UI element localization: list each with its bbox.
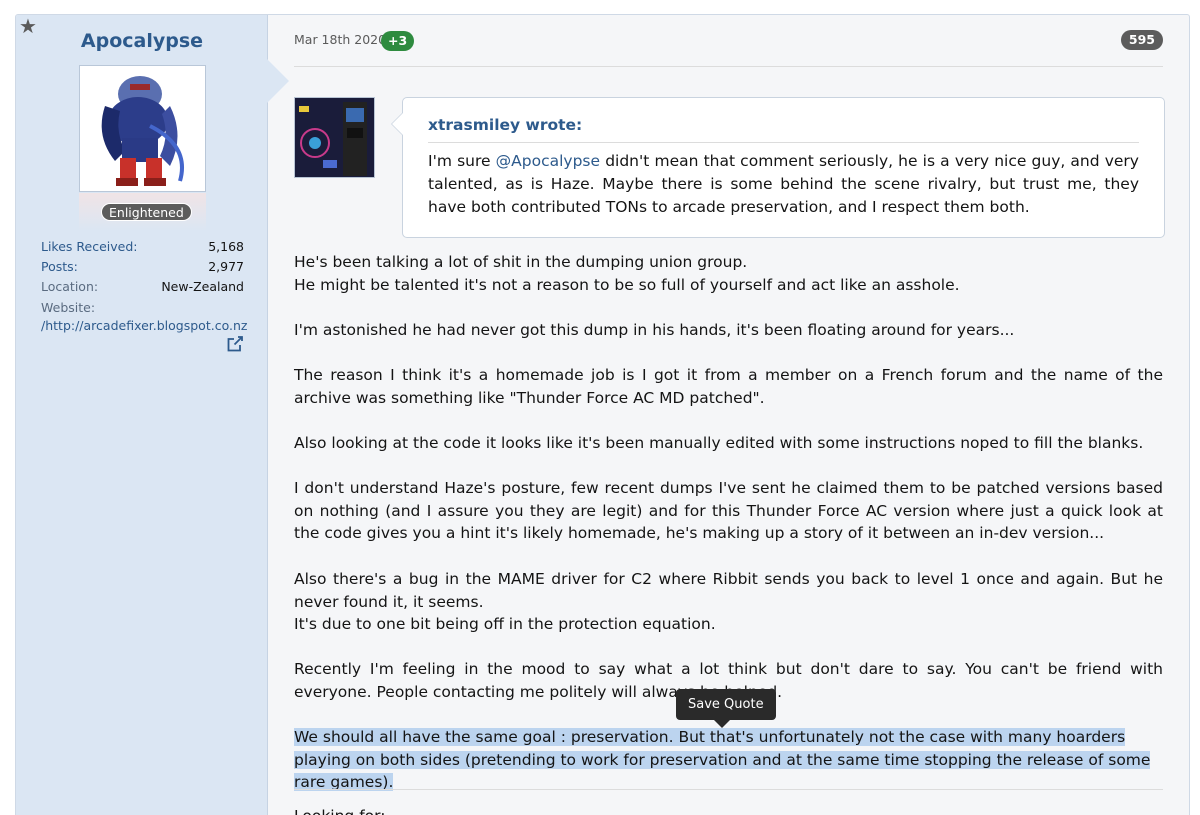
paragraph-4: Also looking at the code it looks like i… xyxy=(294,434,1144,452)
stat-likes-value: 5,168 xyxy=(208,239,244,254)
quote-author-avatar[interactable] xyxy=(294,97,375,178)
forum-post: ★ Apocalypse Enlightened Likes Received: xyxy=(15,14,1190,815)
stat-posts-value: 2,977 xyxy=(208,259,244,274)
paragraph-8-selected[interactable]: We should all have the same goal : prese… xyxy=(294,726,1163,794)
header-divider xyxy=(294,66,1163,67)
paragraph-2: I'm astonished he had never got this dum… xyxy=(294,321,1015,339)
post-date[interactable]: Mar 18th 2020 xyxy=(294,32,386,47)
avatar-image xyxy=(80,66,205,191)
paragraph-5: I don't understand Haze's posture, few r… xyxy=(294,479,1163,543)
stat-location-value: New-Zealand xyxy=(161,279,244,294)
save-quote-button[interactable]: Save Quote xyxy=(676,689,776,728)
post-number-badge[interactable]: 595 xyxy=(1120,30,1163,50)
stat-posts: Posts: 2,977 xyxy=(41,259,244,274)
quote-author-link[interactable]: xtrasmiley wrote: xyxy=(428,116,582,134)
quote-divider xyxy=(428,142,1139,143)
quote-text: I'm sure @Apocalypse didn't mean that co… xyxy=(428,150,1139,219)
username-link[interactable]: Apocalypse xyxy=(16,30,268,52)
stat-website-label: Website: xyxy=(41,300,96,315)
stat-posts-label[interactable]: Posts: xyxy=(41,259,78,274)
reaction-score-badge[interactable]: +3 xyxy=(381,31,415,51)
paragraph-3: The reason I think it's a homemade job i… xyxy=(294,366,1163,407)
signature-text: Looking for: xyxy=(294,807,385,815)
stat-website: Website: xyxy=(41,300,244,315)
stat-likes-label[interactable]: Likes Received: xyxy=(41,239,138,254)
user-sidebar: ★ Apocalypse Enlightened Likes Received: xyxy=(16,15,268,815)
stat-location-label: Location: xyxy=(41,279,99,294)
external-link-icon[interactable] xyxy=(226,335,244,353)
post-content: Mar 18th 2020 +3 595 xtrasmiley wrote: I… xyxy=(268,15,1189,815)
quote-avatar-image xyxy=(295,98,374,177)
paragraph-1: He's been talking a lot of shit in the d… xyxy=(294,251,1163,296)
paragraph-6: Also there's a bug in the MAME driver fo… xyxy=(294,568,1163,636)
signature-divider xyxy=(294,789,1163,790)
avatar[interactable] xyxy=(79,65,206,192)
paragraph-6-line-1: Also there's a bug in the MAME driver fo… xyxy=(294,570,1163,611)
quote-text-pre: I'm sure xyxy=(428,152,496,170)
website-url-text[interactable]: http://arcadefixer.blogspot.co.nz/ xyxy=(41,318,247,333)
selected-text[interactable]: We should all have the same goal : prese… xyxy=(294,728,1151,792)
website-link[interactable]: http://arcadefixer.blogspot.co.nz/ xyxy=(41,318,251,333)
mention-link[interactable]: @Apocalypse xyxy=(496,152,600,170)
paragraph-1-line-2: He might be talented it's not a reason t… xyxy=(294,275,960,294)
stat-location: Location: New-Zealand xyxy=(41,279,244,294)
quote-block: xtrasmiley wrote: I'm sure @Apocalypse d… xyxy=(391,97,1165,238)
user-title-badge: Enlightened xyxy=(101,203,192,221)
paragraph-6-line-2: It's due to one bit being off in the pro… xyxy=(294,615,716,634)
stat-likes: Likes Received: 5,168 xyxy=(41,239,244,254)
paragraph-1-line-1: He's been talking a lot of shit in the d… xyxy=(294,253,748,271)
